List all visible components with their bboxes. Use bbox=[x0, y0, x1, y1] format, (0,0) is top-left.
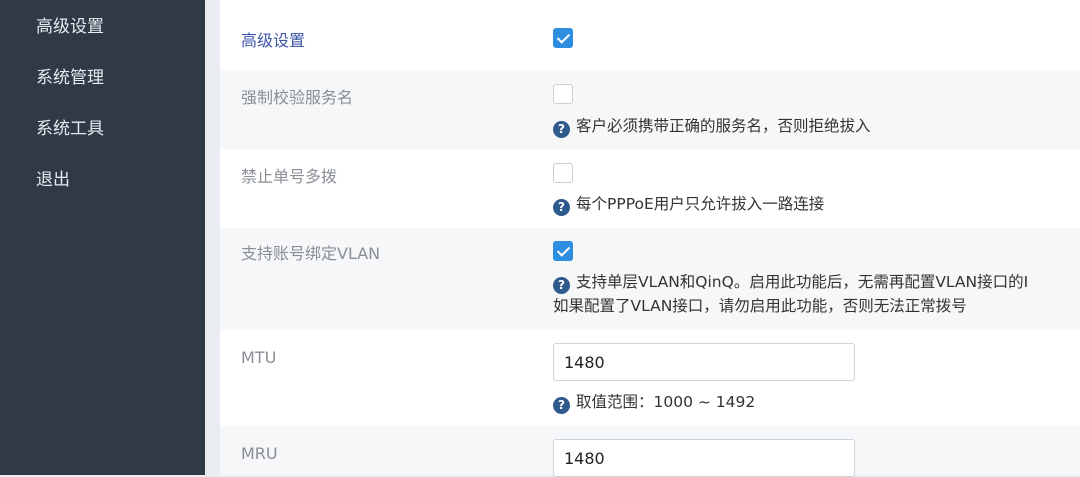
vlan-binding-help-line2: 如果配置了VLAN接口，请勿启用此功能，否则无法正常拨号 bbox=[553, 297, 967, 315]
advanced-settings-checkbox[interactable] bbox=[553, 28, 573, 48]
vlan-binding-help-text-1: 支持单层VLAN和QinQ。启用此功能后，无需再配置VLAN接口的I bbox=[576, 273, 1029, 291]
mtu-input[interactable] bbox=[553, 343, 855, 381]
vlan-binding-checkbox[interactable] bbox=[553, 241, 573, 261]
advanced-settings-label: 高级设置 bbox=[241, 31, 306, 50]
disable-multi-dial-help-text: 每个PPPoE用户只允许拔入一路连接 bbox=[576, 195, 825, 213]
question-circle-icon: ? bbox=[553, 121, 570, 138]
sidebar-item-system-management[interactable]: 系统管理 bbox=[36, 67, 104, 89]
force-service-name-help-text: 客户必须携带正确的服务名，否则拒绝拔入 bbox=[576, 117, 871, 135]
force-service-name-checkbox[interactable] bbox=[553, 84, 573, 104]
row-mru: MRU bbox=[220, 426, 1080, 477]
force-service-name-help: ? 客户必须携带正确的服务名，否则拒绝拔入 bbox=[553, 115, 871, 138]
row-vlan-binding: 支持账号绑定VLAN ? 支持单层VLAN和QinQ。启用此功能后，无需再配置VL… bbox=[220, 228, 1080, 330]
settings-panel: 高级设置 强制校验服务名 ? 客户必须携带正确的服务名，否则拒绝拔入 禁止单号多拨… bbox=[220, 0, 1080, 477]
row-force-service-name: 强制校验服务名 ? 客户必须携带正确的服务名，否则拒绝拔入 bbox=[220, 70, 1080, 149]
question-circle-icon: ? bbox=[553, 277, 570, 294]
vlan-binding-label: 支持账号绑定VLAN bbox=[241, 244, 381, 263]
mtu-help: ? 取值范围：1000 ~ 1492 bbox=[553, 391, 755, 414]
mru-label: MRU bbox=[241, 444, 278, 463]
sidebar-item-system-tools[interactable]: 系统工具 bbox=[36, 118, 104, 140]
row-mtu: MTU ? 取值范围：1000 ~ 1492 bbox=[220, 330, 1080, 426]
mru-input[interactable] bbox=[553, 439, 855, 477]
disable-multi-dial-label: 禁止单号多拨 bbox=[241, 167, 338, 186]
disable-multi-dial-checkbox[interactable] bbox=[553, 163, 573, 183]
force-service-name-label: 强制校验服务名 bbox=[241, 88, 354, 107]
vlan-binding-help-line1: ? 支持单层VLAN和QinQ。启用此功能后，无需再配置VLAN接口的I bbox=[553, 271, 1028, 294]
question-circle-icon: ? bbox=[553, 199, 570, 216]
mtu-help-text: 取值范围：1000 ~ 1492 bbox=[576, 393, 756, 411]
sidebar-item-logout[interactable]: 退出 bbox=[36, 169, 70, 191]
disable-multi-dial-help: ? 每个PPPoE用户只允许拔入一路连接 bbox=[553, 193, 824, 216]
question-circle-icon: ? bbox=[553, 397, 570, 414]
sidebar-item-advanced-settings[interactable]: 高级设置 bbox=[36, 16, 104, 38]
row-disable-multi-dial: 禁止单号多拨 ? 每个PPPoE用户只允许拔入一路连接 bbox=[220, 149, 1080, 228]
mtu-label: MTU bbox=[241, 348, 277, 367]
row-advanced-settings: 高级设置 bbox=[220, 12, 1080, 70]
sidebar: 高级设置 系统管理 系统工具 退出 bbox=[0, 0, 205, 475]
